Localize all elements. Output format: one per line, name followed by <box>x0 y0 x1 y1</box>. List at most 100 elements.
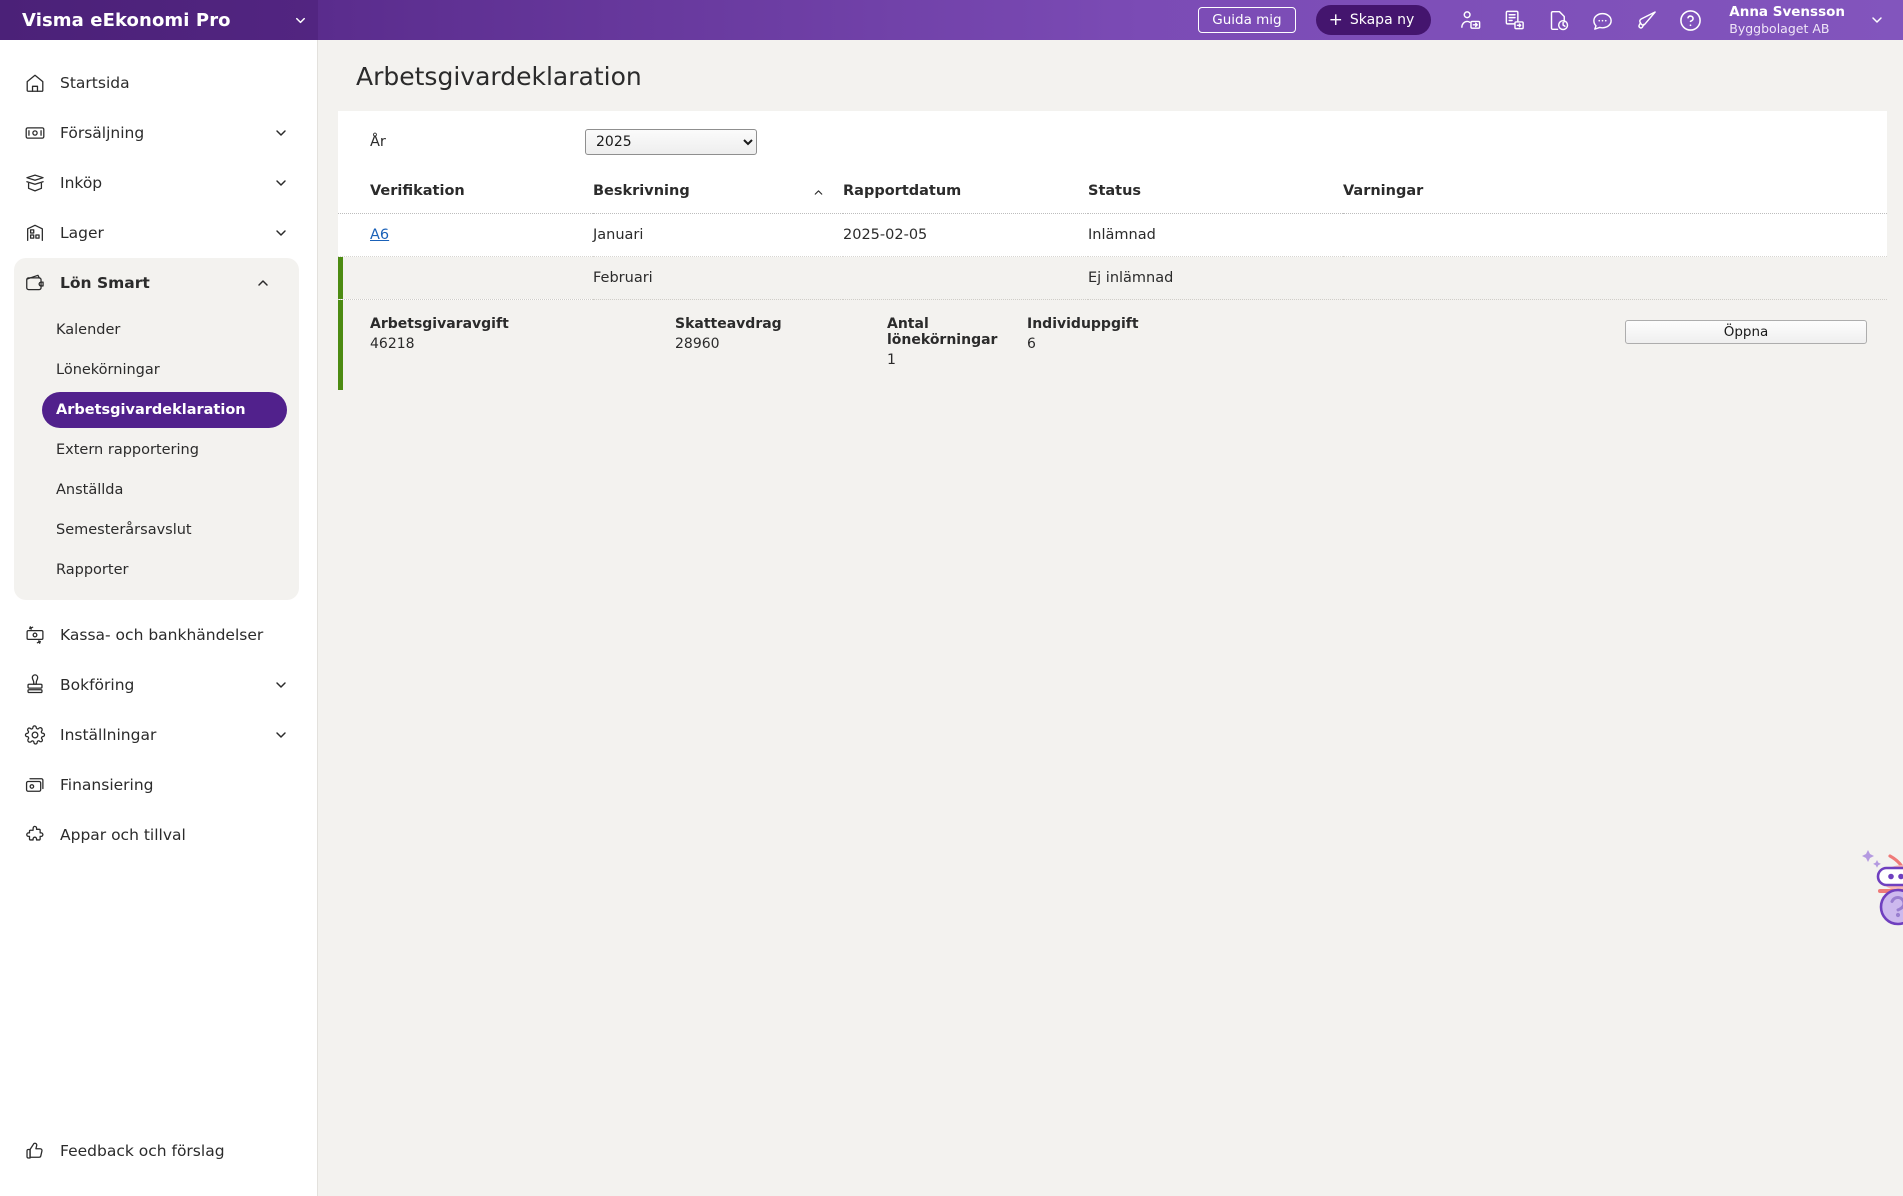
detail-accent-bar <box>338 300 343 390</box>
table-row[interactable]: Februari Ej inlämnad <box>338 256 1887 300</box>
open-box-icon <box>24 172 54 194</box>
documents-share-icon[interactable] <box>1501 7 1527 33</box>
sidebar-item-rapporter[interactable]: Rapporter <box>42 552 287 588</box>
help-circle-icon[interactable] <box>1677 7 1703 33</box>
column-header-varningar[interactable]: Varningar <box>1343 173 1887 214</box>
column-header-status[interactable]: Status <box>1088 173 1343 214</box>
sidebar-item-label: Lager <box>60 224 104 242</box>
row-accent-bar <box>338 257 343 299</box>
wallet-icon <box>24 272 54 294</box>
chat-bubble-icon[interactable] <box>1589 7 1615 33</box>
chevron-down-icon[interactable] <box>273 727 289 743</box>
sidebar-item-startsida[interactable]: Startsida <box>0 58 317 108</box>
detail-field-label: Arbetsgivaravgift <box>370 316 509 332</box>
chevron-down-icon[interactable] <box>273 677 289 693</box>
detail-field-skatteavdrag: Skatteavdrag 28960 <box>675 316 887 352</box>
detail-field-value: 28960 <box>675 336 720 352</box>
detail-field-value: 46218 <box>370 336 415 352</box>
verifikation-link[interactable]: A6 <box>370 227 389 243</box>
detail-field-label: Antal lönekörningar <box>887 316 998 348</box>
add-contact-icon[interactable] <box>1457 7 1483 33</box>
sidebar-item-anstallda[interactable]: Anställda <box>42 472 287 508</box>
sidebar-footer: Feedback och förslag <box>0 1128 317 1196</box>
megaphone-icon[interactable] <box>1633 7 1659 33</box>
sidebar-item-label: Inköp <box>60 174 103 192</box>
content-card: År 2025 2024 2023 2022 Verifikation Besk… <box>338 111 1887 390</box>
sidebar-item-installningar[interactable]: Inställningar <box>0 710 317 760</box>
cell-beskrivning: Februari <box>593 256 843 300</box>
cell-status: Inlämnad <box>1088 213 1343 257</box>
page-title: Arbetsgivardeklaration <box>356 62 642 91</box>
sidebar-item-feedback[interactable]: Feedback och förslag <box>0 1128 317 1174</box>
cell-varningar <box>1343 256 1887 300</box>
open-button[interactable]: Öppna <box>1625 320 1867 344</box>
year-filter-row: År 2025 2024 2023 2022 <box>338 111 1887 173</box>
detail-field-value: 6 <box>1027 336 1036 352</box>
sidebar-item-lager[interactable]: Lager <box>0 208 317 258</box>
sidebar-item-kassa-och-bankhandelser[interactable]: Kassa- och bankhändelser <box>0 610 317 660</box>
brand-zone[interactable]: Visma eEkonomi Pro <box>0 0 318 40</box>
chevron-down-icon[interactable] <box>273 225 289 241</box>
sidebar-item-appar-och-tillval[interactable]: Appar och tillval <box>0 810 317 860</box>
column-header-verifikation[interactable]: Verifikation <box>338 173 593 214</box>
table-header: Verifikation Beskrivning Rapportdatum St… <box>338 173 1887 214</box>
user-name: Anna Svensson <box>1729 3 1845 20</box>
table-body: A6 Januari 2025-02-05 Inlämnad Februari … <box>338 213 1887 300</box>
sidebar-item-semesterarsavslut[interactable]: Semesterårsavslut <box>42 512 287 548</box>
sidebar-item-extern-rapportering[interactable]: Extern rapportering <box>42 432 287 468</box>
expanded-row-detail: Arbetsgivaravgift 46218 Skatteavdrag 289… <box>338 300 1887 390</box>
detail-field-label: Individuppgift <box>1027 316 1139 332</box>
sidebar-group-header-lon-smart[interactable]: Lön Smart <box>14 258 299 308</box>
sidebar-scroll-area: Startsida Försäljning Inköp Lager Lön Sm… <box>0 40 317 1128</box>
guide-me-button[interactable]: Guida mig <box>1198 7 1296 33</box>
sidebar-item-label: Feedback och förslag <box>60 1142 225 1160</box>
sidebar-sub-label: Arbetsgivardeklaration <box>56 402 246 418</box>
warehouse-icon <box>24 222 54 244</box>
column-header-rapportdatum[interactable]: Rapportdatum <box>843 173 1088 214</box>
chevron-down-icon[interactable] <box>273 125 289 141</box>
chevron-down-icon[interactable] <box>273 175 289 191</box>
sidebar-sub-label: Kalender <box>56 322 121 338</box>
year-select[interactable]: 2025 2024 2023 2022 <box>585 129 757 155</box>
chevron-up-icon[interactable] <box>255 275 271 291</box>
banknote-icon <box>24 122 54 144</box>
sidebar-item-finansiering[interactable]: Finansiering <box>0 760 317 810</box>
cell-varningar <box>1343 213 1887 257</box>
table-row[interactable]: A6 Januari 2025-02-05 Inlämnad <box>338 213 1887 257</box>
detail-field-label: Skatteavdrag <box>675 316 782 332</box>
detail-field-value: 1 <box>887 352 896 368</box>
sidebar-group-label: Lön Smart <box>60 274 150 292</box>
sidebar-sub-label: Lönekörningar <box>56 362 160 378</box>
detail-field-arbetsgivaravgift: Arbetsgivaravgift 46218 <box>370 316 675 352</box>
sidebar-item-kalender[interactable]: Kalender <box>42 312 287 348</box>
cell-verifikation <box>338 256 593 300</box>
sidebar-item-label: Appar och tillval <box>60 826 186 844</box>
chevron-down-icon[interactable] <box>293 13 308 28</box>
column-header-beskrivning[interactable]: Beskrivning <box>593 173 843 214</box>
cards-icon <box>24 774 54 796</box>
main-content-area: Arbetsgivardeklaration År 2025 2024 2023… <box>318 40 1903 1196</box>
cell-beskrivning: Januari <box>593 213 843 257</box>
sidebar-item-arbetsgivardeklaration[interactable]: Arbetsgivardeklaration <box>42 392 287 428</box>
sidebar-item-label: Kassa- och bankhändelser <box>60 626 264 644</box>
user-account-block[interactable]: Anna Svensson Byggbolaget AB <box>1729 4 1845 37</box>
sidebar-sub-label: Semesterårsavslut <box>56 522 192 538</box>
home-icon <box>24 72 54 94</box>
chevron-down-icon[interactable] <box>1869 12 1885 28</box>
chevron-up-icon[interactable] <box>812 186 825 199</box>
detail-fields-row: Arbetsgivaravgift 46218 Skatteavdrag 289… <box>338 300 1887 390</box>
cell-verifikation: A6 <box>338 213 593 257</box>
app-title: Visma eEkonomi Pro <box>22 9 231 31</box>
detail-field-individuppgift: Individuppgift 6 <box>1027 316 1625 352</box>
sidebar-item-forsaljning[interactable]: Försäljning <box>0 108 317 158</box>
create-new-button[interactable]: + Skapa ny <box>1315 5 1432 35</box>
sidebar-item-label: Försäljning <box>60 124 145 142</box>
header-icon-group <box>1457 7 1703 33</box>
sidebar-sub-label: Extern rapportering <box>56 442 199 458</box>
sidebar-item-inkop[interactable]: Inköp <box>0 158 317 208</box>
file-clock-icon[interactable] <box>1545 7 1571 33</box>
sidebar-item-lonekorningar[interactable]: Lönekörningar <box>42 352 287 388</box>
sidebar-sub-label: Anställda <box>56 482 124 498</box>
sidebar-item-bokforing[interactable]: Bokföring <box>0 660 317 710</box>
plus-icon: + <box>1328 9 1343 30</box>
